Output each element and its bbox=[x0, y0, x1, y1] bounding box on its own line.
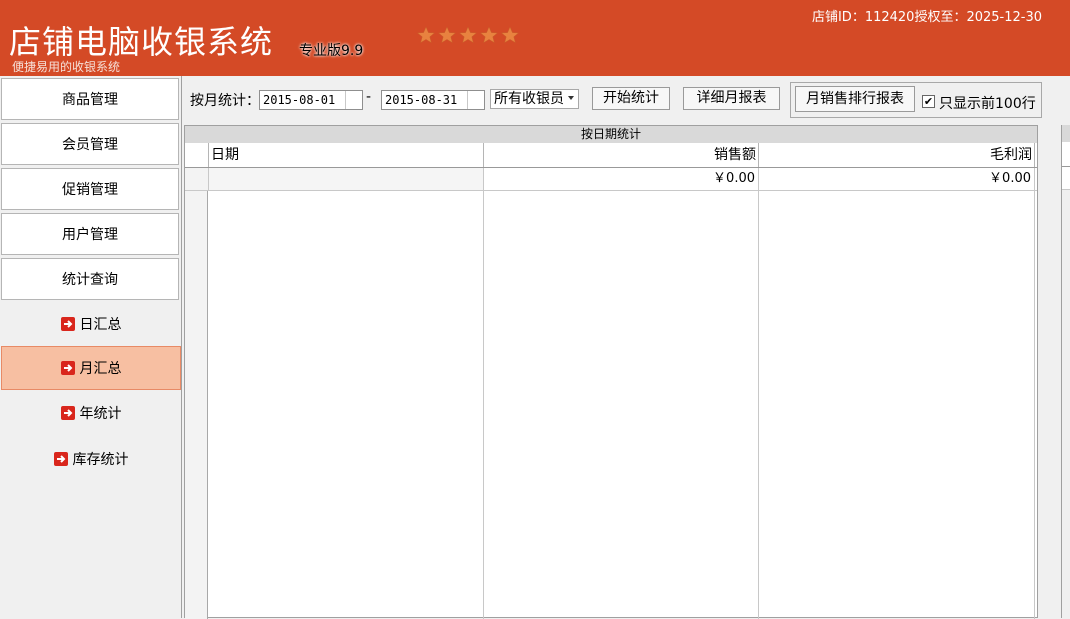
cashier-select-value: 所有收银员 bbox=[494, 91, 564, 107]
chevron-down-icon bbox=[568, 96, 574, 100]
sidebar-subitem-label: 年统计 bbox=[79, 406, 122, 422]
column-header-profit[interactable]: 毛利润 bbox=[759, 143, 1035, 167]
grid-caption: 按日期统计 bbox=[185, 126, 1037, 144]
start-date-value: 2015-08-01 bbox=[263, 93, 336, 107]
secondary-grid-panel bbox=[1061, 125, 1070, 618]
sidebar-subitem-label: 库存统计 bbox=[72, 452, 129, 468]
app-subtitle: 便捷易用的收银系统 bbox=[12, 60, 121, 74]
arrow-right-icon bbox=[60, 406, 75, 420]
sidebar-item-users[interactable]: 用户管理 bbox=[1, 213, 179, 255]
sidebar-subitem-daily[interactable]: 日汇总 bbox=[1, 302, 181, 346]
arrow-right-icon bbox=[60, 317, 75, 331]
star-icon bbox=[500, 26, 520, 44]
start-date-picker[interactable] bbox=[345, 91, 362, 109]
app-header: 店铺电脑收银系统 专业版9.9 便捷易用的收银系统 店铺ID：112420授权至… bbox=[0, 0, 1070, 76]
secondary-grid-caption bbox=[1062, 125, 1070, 142]
rating-stars bbox=[416, 26, 520, 44]
column-divider bbox=[758, 191, 759, 619]
column-divider bbox=[1034, 191, 1035, 619]
table-row[interactable]: ￥0.00 ￥0.00 bbox=[185, 168, 1037, 191]
row-header-corner bbox=[185, 143, 209, 167]
secondary-grid-header bbox=[1062, 142, 1070, 167]
cell-sales[interactable]: ￥0.00 bbox=[484, 168, 759, 190]
end-date-value: 2015-08-31 bbox=[385, 93, 458, 107]
app-title: 店铺电脑收银系统 bbox=[9, 23, 274, 61]
sidebar-subitem-monthly[interactable]: 月汇总 bbox=[1, 346, 181, 390]
start-date-input[interactable]: 2015-08-01 bbox=[259, 90, 363, 110]
sidebar-item-members[interactable]: 会员管理 bbox=[1, 123, 179, 165]
cell-profit[interactable]: ￥0.00 bbox=[759, 168, 1035, 190]
date-separator: - bbox=[366, 89, 372, 105]
sidebar-item-promotions[interactable]: 促销管理 bbox=[1, 168, 179, 210]
top100-label: 只显示前100行 bbox=[939, 96, 1036, 112]
sidebar-item-statistics[interactable]: 统计查询 bbox=[1, 258, 179, 300]
column-header-sales[interactable]: 销售额 bbox=[484, 143, 759, 167]
row-header-cell bbox=[185, 168, 209, 190]
star-icon bbox=[416, 26, 436, 44]
column-divider bbox=[483, 191, 484, 619]
secondary-grid-row bbox=[1062, 167, 1070, 190]
sidebar: 商品管理 会员管理 促销管理 用户管理 统计查询 日汇总 月汇总 年统计 库存统… bbox=[0, 76, 182, 618]
edition-label: 专业版9.9 bbox=[299, 43, 364, 59]
star-icon bbox=[479, 26, 499, 44]
sidebar-item-products[interactable]: 商品管理 bbox=[1, 78, 179, 120]
cell-date[interactable] bbox=[209, 168, 484, 190]
top100-checkbox[interactable]: ✔ bbox=[922, 95, 935, 108]
star-icon bbox=[437, 26, 457, 44]
start-stats-button[interactable]: 开始统计 bbox=[592, 87, 670, 110]
row-header-column bbox=[185, 167, 208, 619]
grid-header: 日期 销售额 毛利润 bbox=[185, 143, 1037, 168]
star-icon bbox=[458, 26, 478, 44]
sidebar-subitem-label: 日汇总 bbox=[79, 317, 122, 333]
detail-report-button[interactable]: 详细月报表 bbox=[683, 87, 780, 110]
arrow-right-icon bbox=[60, 361, 75, 375]
license-info: 店铺ID：112420授权至：2025-12-30 bbox=[811, 10, 1042, 25]
sidebar-subitem-label: 月汇总 bbox=[79, 361, 122, 377]
sidebar-subitem-inventory[interactable]: 库存统计 bbox=[1, 437, 181, 481]
cashier-select[interactable]: 所有收银员 bbox=[490, 89, 579, 109]
sidebar-subitem-yearly[interactable]: 年统计 bbox=[1, 391, 181, 435]
stats-grid-panel: 按日期统计 日期 销售额 毛利润 ￥0.00 ￥0.00 bbox=[184, 125, 1038, 619]
end-date-input[interactable]: 2015-08-31 bbox=[381, 90, 485, 110]
column-header-date[interactable]: 日期 bbox=[209, 143, 484, 167]
ranking-report-button[interactable]: 月销售排行报表 bbox=[795, 86, 915, 112]
end-date-picker[interactable] bbox=[467, 91, 484, 109]
monthly-stats-label: 按月统计： bbox=[190, 93, 260, 109]
arrow-right-icon bbox=[53, 452, 68, 466]
